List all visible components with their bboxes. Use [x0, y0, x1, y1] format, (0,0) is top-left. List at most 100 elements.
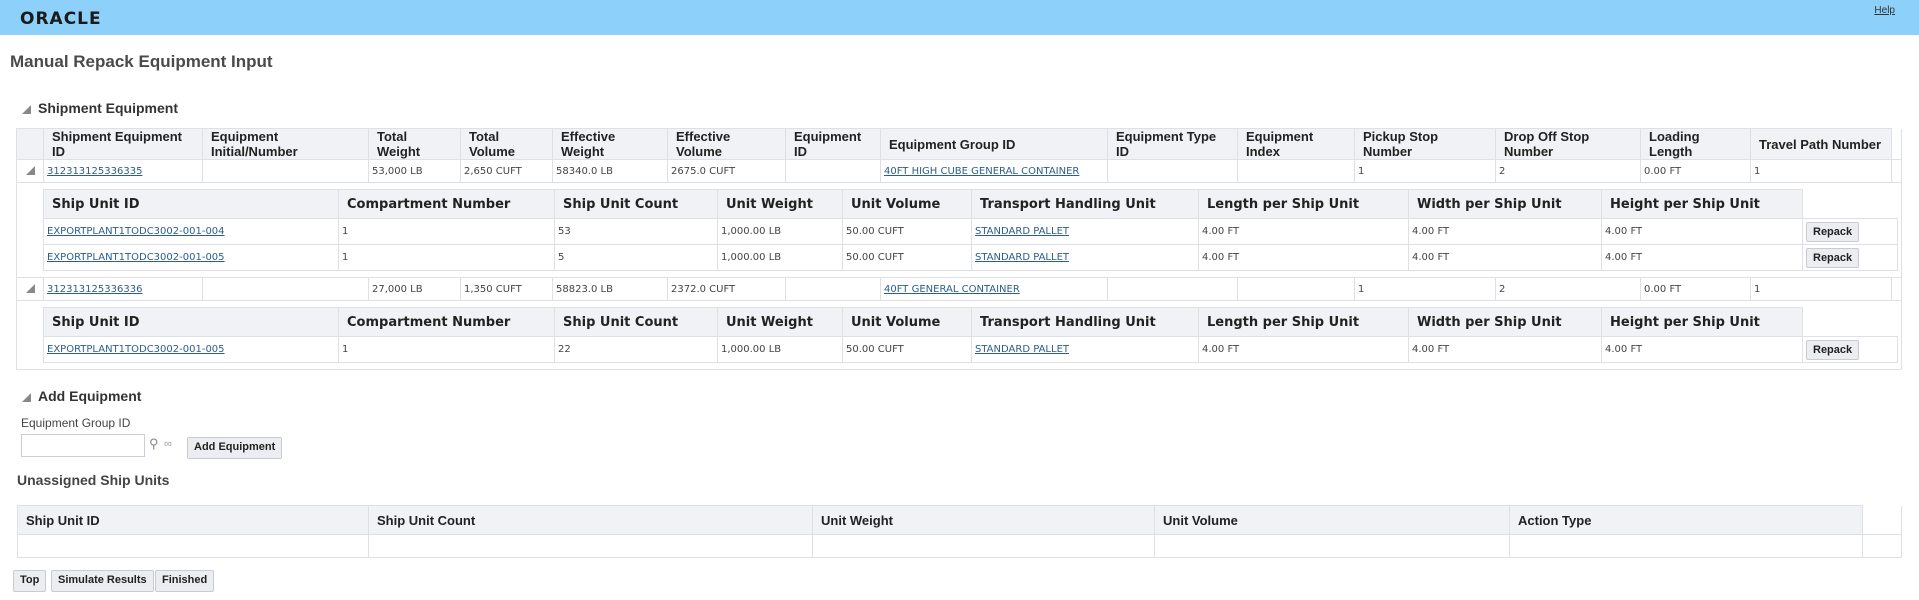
equipment-group-link[interactable]: 40FT GENERAL CONTAINER [884, 284, 1020, 295]
collapse-triangle-icon[interactable] [22, 392, 31, 402]
spacer [1891, 128, 1902, 160]
ship-unit-link[interactable]: EXPORTPLANT1TODC3002-001-004 [47, 226, 225, 237]
collapse-triangle-icon[interactable] [22, 104, 31, 114]
column-header: Ship Unit Count [554, 189, 718, 219]
ship-units-row: Ship Unit ID Compartment Number Ship Unit … [16, 182, 1902, 278]
column-header: Unit Volume [1154, 505, 1510, 535]
view-details-icon[interactable]: ∞ [164, 438, 172, 450]
ship-units-container: Ship Unit ID Compartment Number Ship Unit … [16, 182, 1902, 278]
column-header: Equipment Initial/Number [202, 128, 369, 160]
page-title: Manual Repack Equipment Input [10, 52, 273, 71]
column-header: Compartment Number [338, 307, 555, 337]
column-header: Length per Ship Unit [1198, 189, 1409, 219]
column-header: Total Volume [460, 128, 553, 160]
cell-index [1237, 159, 1355, 183]
column-header: Ship Unit ID [43, 307, 339, 337]
cell-count: 5 [554, 244, 718, 271]
cell-count: 22 [554, 336, 718, 363]
cell-id: EXPORTPLANT1TODC3002-001-005 [43, 244, 339, 271]
cell-length: 4.00 FT [1198, 218, 1409, 245]
cell-travel_path: 1 [1750, 277, 1892, 301]
toggle-column-header [16, 128, 44, 160]
shipment-equipment-toggle[interactable]: Shipment Equipment [22, 100, 178, 116]
repack-button[interactable]: Repack [1806, 221, 1860, 242]
cell-type_id [1107, 277, 1238, 301]
ship-units-header: Ship Unit ID Compartment Number Ship Unit … [43, 307, 1898, 337]
shipment-equipment-link[interactable]: 312313125336335 [47, 166, 142, 177]
cell-loading_length: 0.00 FT [1640, 159, 1751, 183]
cell-width: 4.00 FT [1408, 218, 1602, 245]
ship-units-row: Ship Unit ID Compartment Number Ship Unit … [16, 300, 1902, 370]
cell-thu: STANDARD PALLET [971, 218, 1199, 245]
cell-pickup: 1 [1354, 159, 1496, 183]
cell-total_weight: 53,000 LB [368, 159, 461, 183]
row-toggle[interactable] [16, 159, 44, 183]
column-header: Equipment Index [1237, 128, 1355, 160]
add-equipment-toggle[interactable]: Add Equipment [22, 388, 141, 404]
expand-triangle-icon[interactable] [25, 166, 35, 175]
cell-width: 4.00 FT [1408, 244, 1602, 271]
spacer [1891, 277, 1902, 301]
simulate-results-button[interactable]: Simulate Results [51, 570, 154, 592]
column-header: Action Type [1509, 505, 1863, 535]
help-link[interactable]: Help [1874, 5, 1895, 16]
cell-length: 4.00 FT [1198, 336, 1409, 363]
row-toggle[interactable] [16, 277, 44, 301]
column-header: Ship Unit Count [368, 505, 813, 535]
table-row [17, 534, 1902, 558]
action-cell: Repack [1802, 218, 1898, 245]
top-button[interactable]: Top [13, 570, 47, 592]
repack-button[interactable]: Repack [1806, 247, 1860, 268]
expand-triangle-icon[interactable] [25, 284, 35, 293]
column-header: Ship Unit Count [554, 307, 718, 337]
finished-button[interactable]: Finished [155, 570, 215, 592]
column-header: Ship Unit ID [43, 189, 339, 219]
column-header: Shipment Equipment ID [43, 128, 203, 160]
cell-effective_weight: 58340.0 LB [552, 159, 668, 183]
column-header: Drop Off Stop Number [1495, 128, 1641, 160]
cell-weight: 1,000.00 LB [717, 218, 843, 245]
equipment-group-id-label: Equipment Group ID [21, 416, 131, 430]
equipment-group-id-input[interactable] [21, 434, 145, 457]
handling-unit-link[interactable]: STANDARD PALLET [975, 252, 1069, 263]
cell-id: 312313125336335 [43, 159, 203, 183]
column-header: Pickup Stop Number [1354, 128, 1496, 160]
cell-volume: 50.00 CUFT [842, 218, 972, 245]
column-header: Unit Volume [842, 189, 972, 219]
cell-thu: STANDARD PALLET [971, 244, 1199, 271]
unassigned-title: Unassigned Ship Units [17, 472, 170, 488]
handling-unit-link[interactable]: STANDARD PALLET [975, 344, 1069, 355]
column-header: Compartment Number [338, 189, 555, 219]
column-header: Length per Ship Unit [1198, 307, 1409, 337]
column-header: Transport Handling Unit [971, 307, 1199, 337]
ship-unit-link[interactable]: EXPORTPLANT1TODC3002-001-005 [47, 252, 225, 263]
ship-unit-link[interactable]: EXPORTPLANT1TODC3002-001-005 [47, 344, 225, 355]
cell-effective_weight: 58823.0 LB [552, 277, 668, 301]
ship-units-header: Ship Unit ID Compartment Number Ship Unit … [43, 189, 1898, 219]
cell-equipment_id [785, 159, 881, 183]
column-header: Equipment Group ID [880, 128, 1108, 160]
column-header: Unit Weight [717, 189, 843, 219]
ship-unit-row: EXPORTPLANT1TODC3002-001-004 1 53 1,000.00 … [43, 218, 1898, 245]
oracle-logo: ORACLE [20, 9, 102, 29]
shipment-equipment-link[interactable]: 312313125336336 [47, 284, 142, 295]
add-equipment-button[interactable]: Add Equipment [187, 437, 283, 459]
handling-unit-link[interactable]: STANDARD PALLET [975, 226, 1069, 237]
cell-compartment: 1 [338, 244, 555, 271]
cell-id: EXPORTPLANT1TODC3002-001-005 [43, 336, 339, 363]
cell-weight: 1,000.00 LB [717, 244, 843, 271]
cell-type_id [1107, 159, 1238, 183]
cell-compartment: 1 [338, 218, 555, 245]
search-icon[interactable]: ⚲ [149, 436, 159, 452]
column-header: Ship Unit ID [17, 505, 369, 535]
cell-travel_path: 1 [1750, 159, 1892, 183]
repack-button[interactable]: Repack [1806, 339, 1860, 360]
shipment-equipment-table: Shipment Equipment ID Equipment Initial/N… [16, 128, 1902, 370]
equipment-group-link[interactable]: 40FT HIGH CUBE GENERAL CONTAINER [884, 166, 1079, 177]
column-header: Total Weight [368, 128, 461, 160]
ship-units-table: Ship Unit ID Compartment Number Ship Unit … [43, 189, 1898, 271]
ship-unit-row: EXPORTPLANT1TODC3002-001-005 1 5 1,000.00 L… [43, 244, 1898, 271]
cell-total_volume: 2,650 CUFT [460, 159, 553, 183]
column-header: Unit Weight [717, 307, 843, 337]
cell-group_id: 40FT GENERAL CONTAINER [880, 277, 1108, 301]
